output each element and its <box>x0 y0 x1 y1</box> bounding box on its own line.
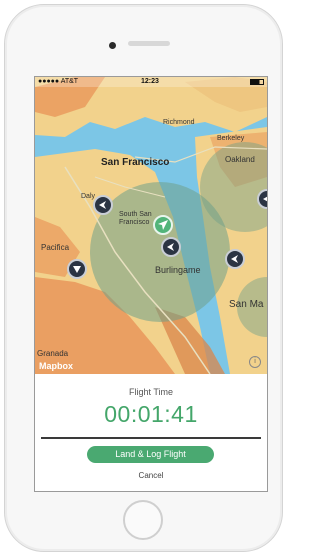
airport-marker[interactable] <box>161 237 181 257</box>
flight-panel: Flight Time 00:01:41 Land & Log Flight C… <box>35 374 267 491</box>
panel-divider <box>41 437 261 439</box>
map-label-berkeley: Berkeley <box>217 135 245 142</box>
status-bar: ●●●●● AT&T 12:23 <box>35 77 267 87</box>
airport-marker[interactable] <box>67 259 87 279</box>
map-label-richmond: Richmond <box>163 119 195 126</box>
map-label-burlingame: Burlingame <box>155 265 201 275</box>
earpiece-speaker <box>128 41 170 46</box>
map-view[interactable]: Richmond Berkeley Oakland San Francisco … <box>35 77 267 374</box>
drone-location-marker[interactable] <box>153 215 173 235</box>
battery-icon <box>250 79 264 85</box>
mapbox-logo: Mapbox <box>39 361 74 371</box>
carrier-label: ●●●●● AT&T <box>38 78 79 85</box>
cancel-button[interactable]: Cancel <box>35 471 267 480</box>
map-label-oakland: Oakland <box>225 155 255 164</box>
navigation-arrow-icon <box>158 220 168 230</box>
airport-marker[interactable] <box>225 249 245 269</box>
phone-screen: Richmond Berkeley Oakland San Francisco … <box>34 76 268 492</box>
map-label-daly: Daly <box>81 193 96 200</box>
map-label-pacifica: Pacifica <box>41 243 70 252</box>
flight-time-value: 00:01:41 <box>104 401 198 427</box>
airport-marker[interactable] <box>93 195 113 215</box>
map-info-icon[interactable]: i <box>249 356 261 368</box>
front-camera <box>109 42 116 49</box>
flight-time-label: Flight Time <box>128 387 173 397</box>
status-time: 12:23 <box>141 78 159 85</box>
home-button[interactable] <box>123 500 163 540</box>
land-and-log-flight-button[interactable]: Land & Log Flight <box>87 446 214 463</box>
map-label-san-francisco: San Francisco <box>101 157 170 168</box>
map-label-granada: Granada <box>37 349 69 358</box>
map-label-san-mateo: San Ma <box>229 299 264 310</box>
